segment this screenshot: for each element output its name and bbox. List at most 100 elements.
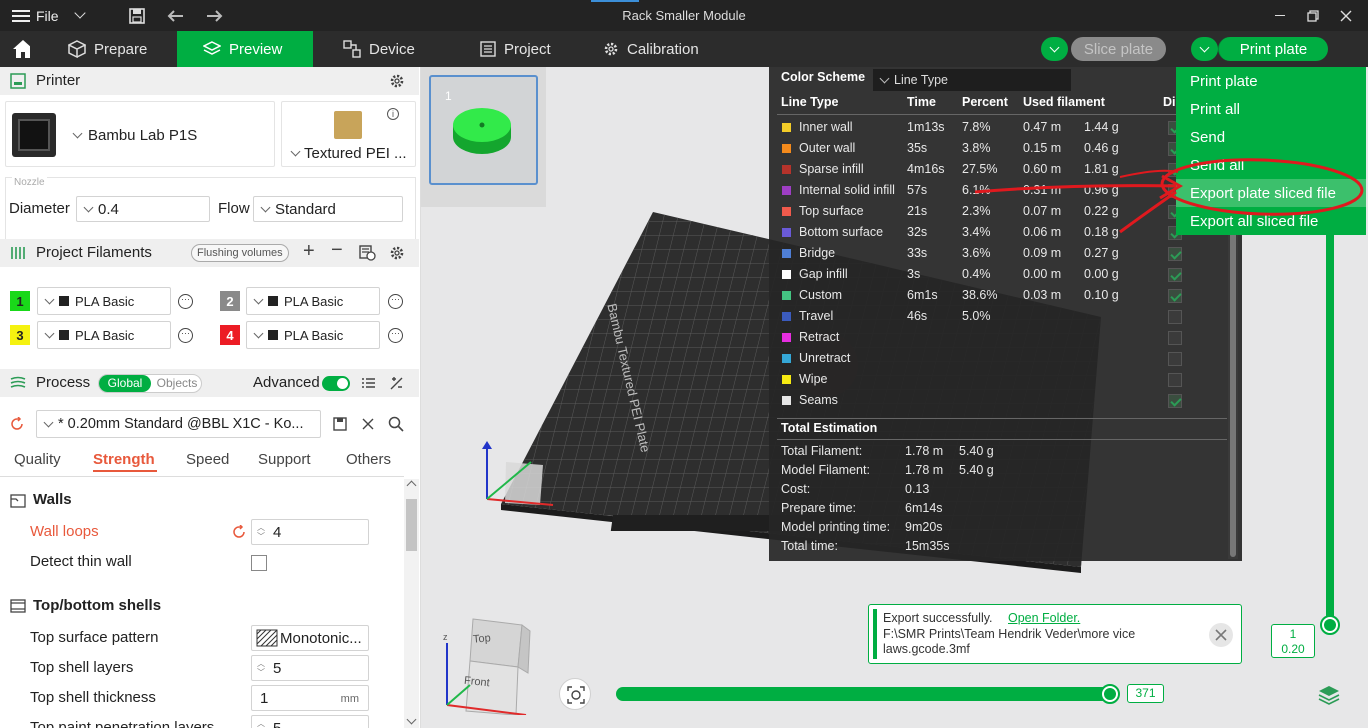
- advanced-toggle[interactable]: [322, 376, 350, 391]
- print-plate-button[interactable]: Print plate: [1218, 37, 1328, 61]
- add-filament-icon[interactable]: +: [303, 240, 315, 263]
- list-icon[interactable]: [361, 377, 376, 390]
- menu-item-print-plate[interactable]: Print plate: [1190, 73, 1258, 90]
- reset-view-button[interactable]: [559, 678, 591, 710]
- tab-device[interactable]: Device: [331, 31, 427, 67]
- gcode-move-handle[interactable]: [1100, 684, 1120, 704]
- legend-row[interactable]: Bottom surface 32s 3.4% 0.06 m 0.18 g: [769, 223, 1227, 244]
- tab-support[interactable]: Support: [258, 451, 311, 468]
- diameter-select[interactable]: 0.4: [76, 196, 210, 222]
- line-type-visibility-checkbox[interactable]: [1168, 394, 1182, 408]
- stepper-arrows-icon[interactable]: ︿﹀: [257, 719, 265, 728]
- top-surface-pattern-select[interactable]: Monotonic...: [251, 625, 369, 651]
- filament-slot-4[interactable]: 4: [220, 325, 240, 345]
- save-preset-icon[interactable]: [333, 417, 347, 431]
- filament-select-4[interactable]: PLA Basic: [246, 321, 380, 349]
- scrollbar-thumb[interactable]: [406, 499, 417, 551]
- legend-row[interactable]: Travel 46s 5.0%: [769, 307, 1227, 328]
- tab-project[interactable]: Project: [468, 31, 563, 67]
- sync-filament-icon[interactable]: [359, 245, 376, 261]
- legend-row[interactable]: Retract: [769, 328, 1227, 349]
- stepper-arrows-icon[interactable]: ︿﹀: [257, 659, 265, 677]
- menu-item-send-all[interactable]: Send all: [1190, 157, 1244, 174]
- tab-preview[interactable]: Preview: [177, 31, 313, 67]
- top-shell-layers-input[interactable]: ︿ ﹀ 5: [251, 655, 369, 681]
- global-objects-toggle[interactable]: Global Objects: [98, 374, 202, 393]
- line-type-visibility-checkbox[interactable]: [1168, 289, 1182, 303]
- process-preset-select[interactable]: * 0.20mm Standard @BBL X1C - Ko...: [36, 410, 321, 438]
- view-cube[interactable]: [436, 615, 536, 715]
- legend-row[interactable]: Top surface 21s 2.3% 0.07 m 0.22 g: [769, 202, 1227, 223]
- line-type-visibility-checkbox[interactable]: [1168, 268, 1182, 282]
- remove-filament-icon[interactable]: −: [331, 239, 343, 262]
- menu-item-print-all[interactable]: Print all: [1190, 101, 1240, 118]
- legend-row[interactable]: Wipe: [769, 370, 1227, 391]
- tab-others[interactable]: Others: [346, 451, 391, 468]
- top-shell-thickness-input[interactable]: 1 mm: [251, 685, 369, 711]
- detect-thin-wall-checkbox[interactable]: [251, 555, 267, 571]
- top-paint-penetration-input[interactable]: ︿﹀ 5: [251, 715, 369, 728]
- printer-selector[interactable]: Bambu Lab P1S: [5, 101, 275, 167]
- color-scheme-select[interactable]: Line Type: [873, 69, 1071, 91]
- legend-row[interactable]: Gap infill 3s 0.4% 0.00 m 0.00 g: [769, 265, 1227, 286]
- flow-select[interactable]: Standard: [253, 196, 403, 222]
- view-cube-front[interactable]: Front: [463, 675, 490, 690]
- layer-slider-handle[interactable]: [1320, 615, 1340, 635]
- filament-select-2[interactable]: PLA Basic: [246, 287, 380, 315]
- layers-toggle-icon[interactable]: [1318, 685, 1340, 705]
- reset-icon[interactable]: [10, 417, 24, 431]
- toast-close-button[interactable]: [1209, 623, 1233, 647]
- gcode-move-slider[interactable]: [616, 687, 1116, 701]
- line-type-visibility-checkbox[interactable]: [1168, 310, 1182, 324]
- tab-calibration[interactable]: Calibration: [591, 31, 711, 67]
- global-option[interactable]: Global: [99, 375, 151, 392]
- line-type-visibility-checkbox[interactable]: [1168, 331, 1182, 345]
- legend-row[interactable]: Internal solid infill 57s 6.1% 0.31 m 0.96 g: [769, 181, 1227, 202]
- wall-loops-input[interactable]: ︿ ﹀ 4: [251, 519, 369, 545]
- plate-type-selector[interactable]: i Textured PEI ...: [281, 101, 416, 167]
- slice-dropdown-button[interactable]: [1041, 37, 1068, 61]
- delete-preset-icon[interactable]: [362, 418, 374, 430]
- layer-slider-track[interactable]: [1326, 187, 1334, 622]
- filament-slot-3[interactable]: 3: [10, 325, 30, 345]
- filament-slot-2[interactable]: 2: [220, 291, 240, 311]
- stepper-arrows-icon[interactable]: ︿﹀: [257, 523, 265, 541]
- restore-icon[interactable]: [1305, 0, 1321, 31]
- legend-row[interactable]: Seams: [769, 391, 1227, 412]
- menu-item-send[interactable]: Send: [1190, 129, 1225, 146]
- minimize-icon[interactable]: [1272, 0, 1288, 31]
- printer-settings-gear-icon[interactable]: [389, 73, 405, 89]
- line-type-visibility-checkbox[interactable]: [1168, 373, 1182, 387]
- legend-row[interactable]: Bridge 33s 3.6% 0.09 m 0.27 g: [769, 244, 1227, 265]
- filament-select-3[interactable]: PLA Basic: [37, 321, 171, 349]
- filament-select-1[interactable]: PLA Basic: [37, 287, 171, 315]
- view-cube-top[interactable]: Top: [473, 632, 492, 646]
- tab-speed[interactable]: Speed: [186, 451, 229, 468]
- home-button[interactable]: [0, 31, 42, 67]
- tab-strength[interactable]: Strength: [93, 451, 155, 468]
- filament-settings-gear-icon[interactable]: [389, 245, 405, 261]
- compare-icon[interactable]: [389, 376, 404, 391]
- close-icon[interactable]: [1338, 0, 1354, 31]
- tab-prepare[interactable]: Prepare: [56, 31, 159, 67]
- filament-more-icon[interactable]: ···: [178, 328, 193, 343]
- legend-row[interactable]: Custom 6m1s 38.6% 0.03 m 0.10 g: [769, 286, 1227, 307]
- legend-row[interactable]: Unretract: [769, 349, 1227, 370]
- filament-slot-1[interactable]: 1: [10, 291, 30, 311]
- open-folder-link[interactable]: Open Folder.: [1008, 611, 1080, 625]
- legend-row[interactable]: Outer wall 35s 3.8% 0.15 m 0.46 g: [769, 139, 1227, 160]
- filament-more-icon[interactable]: ···: [388, 294, 403, 309]
- menu-item-export-plate-sliced-file[interactable]: Export plate sliced file: [1190, 185, 1336, 202]
- legend-row[interactable]: Sparse infill 4m16s 27.5% 0.60 m 1.81 g: [769, 160, 1227, 181]
- legend-row[interactable]: Inner wall 1m13s 7.8% 0.47 m 1.44 g: [769, 118, 1227, 139]
- filament-more-icon[interactable]: ···: [178, 294, 193, 309]
- line-type-visibility-checkbox[interactable]: [1168, 352, 1182, 366]
- objects-option[interactable]: Objects: [153, 375, 201, 392]
- filament-more-icon[interactable]: ···: [388, 328, 403, 343]
- search-icon[interactable]: [388, 416, 404, 432]
- flushing-volumes-button[interactable]: Flushing volumes: [191, 244, 289, 262]
- sidebar-scrollbar[interactable]: [404, 479, 419, 728]
- slice-plate-button[interactable]: Slice plate: [1071, 37, 1166, 61]
- line-type-visibility-checkbox[interactable]: [1168, 247, 1182, 261]
- print-dropdown-button[interactable]: [1191, 37, 1218, 61]
